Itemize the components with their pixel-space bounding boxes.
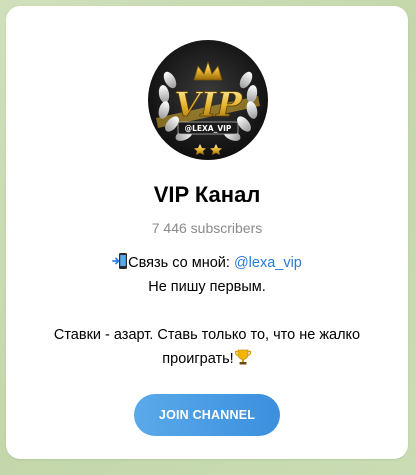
contact-line: Связь со мной: @lexa_vip [16,251,398,275]
description-line-4: Ставки - азарт. Ставь только то, что не … [53,327,361,343]
svg-text:VIP: VIP [174,85,243,125]
svg-text:@LEXA_VIP: @LEXA_VIP [185,124,232,133]
channel-avatar: VIP @LEXA_VIP [148,40,268,160]
trophy-icon [234,348,252,374]
contact-prefix: Связь со мной: [128,255,234,271]
description-line-5: проиграть! [162,351,234,367]
contact-link[interactable]: @lexa_vip [234,255,302,271]
description-line-5-wrap: проиграть! [16,347,398,371]
channel-preview-card: VIP @LEXA_VIP VIP Канал 7 446 subscriber… [6,6,408,459]
description-line-2: Не пишу первым. [148,279,266,295]
join-channel-button[interactable]: JOIN CHANNEL [134,394,280,436]
subscriber-count: 7 446 subscribers [151,220,263,236]
vip-crown-badge-icon: VIP @LEXA_VIP [156,60,260,155]
description-empty-line [16,299,398,323]
phone-arrow-icon [112,252,128,278]
channel-description: Связь со мной: @lexa_vip Не пишу первым.… [16,251,398,371]
channel-title: VIP Канал [153,182,261,207]
